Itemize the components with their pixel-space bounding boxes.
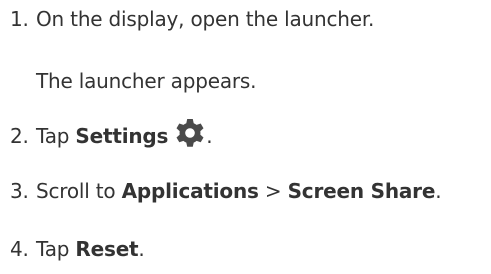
screen-share-label: Screen Share [287, 179, 436, 203]
instruction-steps: 1. On the display, open the launcher. The… [0, 0, 491, 274]
gear-icon [174, 117, 206, 149]
settings-label: Settings [75, 124, 169, 148]
step-4: 4. Tap Reset. [10, 237, 145, 261]
step-text-prefix: Tap [36, 237, 76, 261]
step-number: 4. [10, 237, 29, 261]
step-text-prefix: Scroll to [36, 179, 122, 203]
step-number: 2. [10, 124, 29, 148]
step-1-result: The launcher appears. [36, 69, 257, 93]
step-number: 3. [10, 179, 29, 203]
step-number: 1. [10, 7, 29, 31]
step-text-suffix: . [138, 237, 145, 261]
step-text: On the display, open the launcher. [36, 7, 375, 31]
step-2: 2. Tap Settings. [10, 117, 213, 149]
step-1: 1. On the display, open the launcher. [10, 7, 374, 31]
applications-label: Applications [121, 179, 259, 203]
step-text-suffix: . [206, 124, 213, 148]
step-text-prefix: Tap [36, 124, 76, 148]
step-text-suffix: . [435, 179, 442, 203]
reset-label: Reset [75, 237, 139, 261]
step-3: 3. Scroll to Applications > Screen Share. [10, 179, 442, 203]
path-separator: > [258, 179, 288, 203]
